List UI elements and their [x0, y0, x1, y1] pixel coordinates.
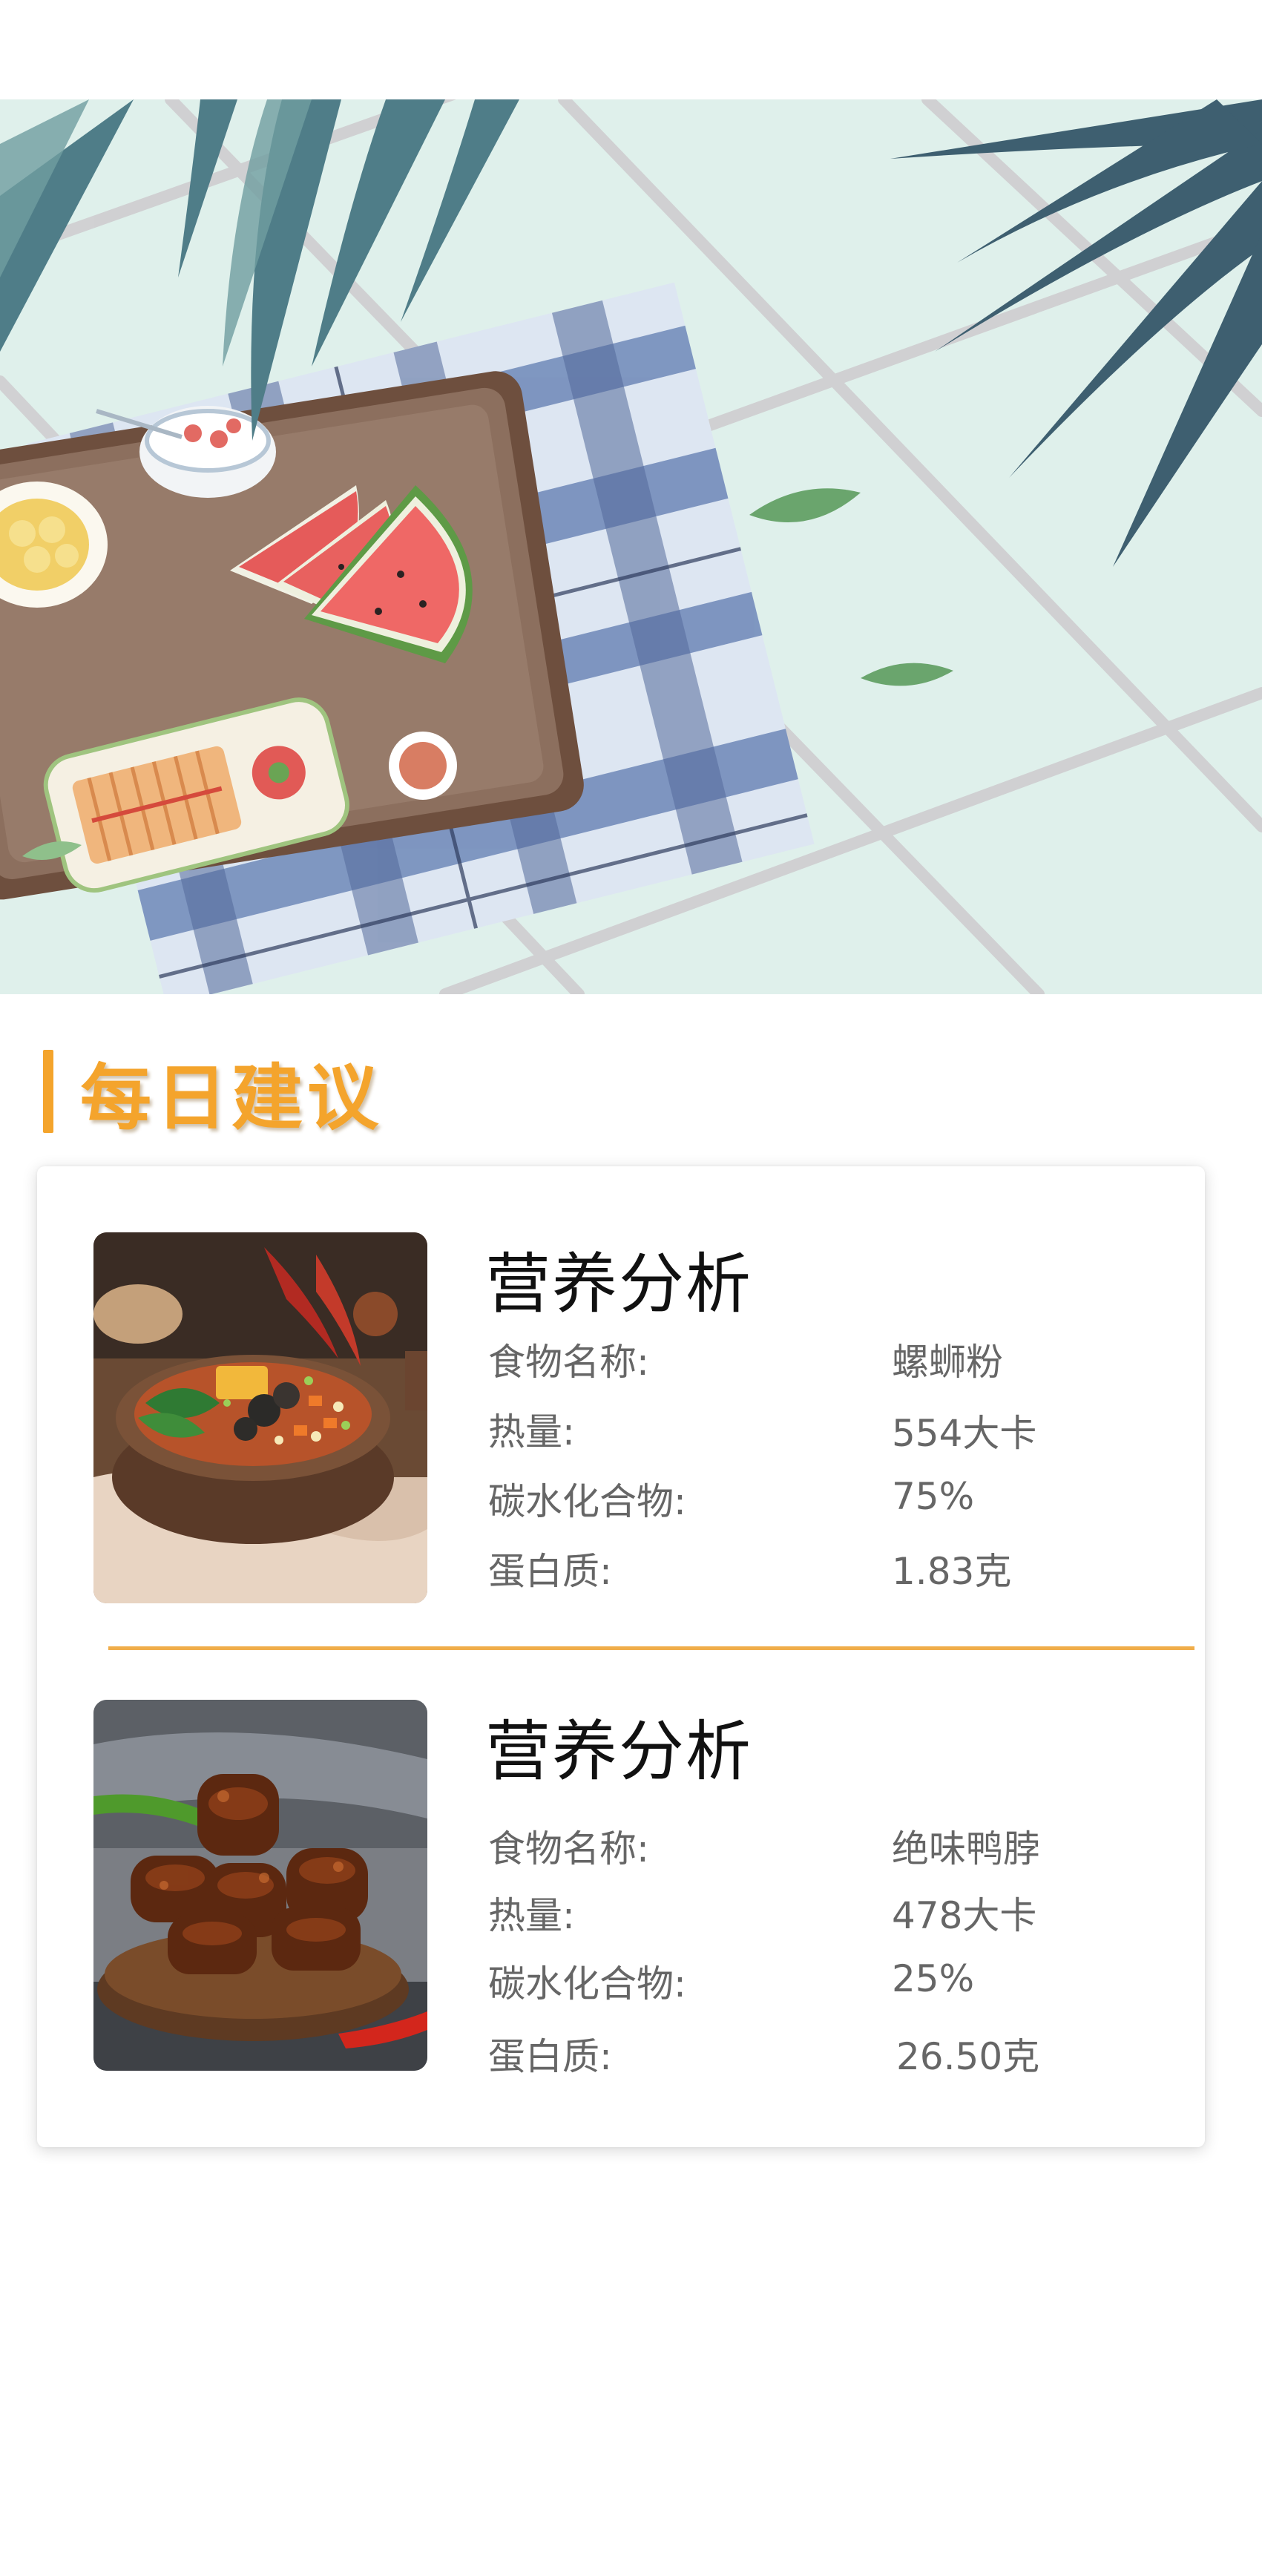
section-title: 每日建议 — [80, 1056, 383, 1140]
carbohydrate-label: 碳水化合物: — [488, 1962, 686, 2005]
carbohydrate-label: 碳水化合物: — [488, 1480, 686, 1523]
section-header: 每日建议 — [43, 1048, 383, 1140]
calories-value: 554大卡 — [892, 1412, 1037, 1455]
section-accent-bar — [43, 1050, 53, 1133]
food-name-value: 螺蛳粉 — [892, 1341, 1003, 1384]
item-heading: 营养分析 — [485, 1246, 753, 1322]
item-heading: 营养分析 — [485, 1713, 753, 1790]
carbohydrate-value: 25% — [892, 1957, 975, 2000]
nutrition-card: 营养分析 食物名称: 螺蛳粉 热量: 554大卡 碳水化合物: 75% 蛋白质:… — [37, 1166, 1205, 2147]
luosifen-bowl-photo — [93, 1232, 427, 1603]
braised-duck-neck-photo — [93, 1700, 427, 2071]
calories-label: 热量: — [488, 1894, 575, 1937]
item-divider — [108, 1646, 1194, 1650]
protein-value: 26.50克 — [896, 2035, 1040, 2078]
protein-value: 1.83克 — [892, 1550, 1012, 1593]
food-name-label: 食物名称: — [488, 1827, 649, 1870]
protein-label: 蛋白质: — [488, 1550, 612, 1593]
hero-illustration — [0, 99, 1262, 994]
protein-label: 蛋白质: — [488, 2035, 612, 2078]
food-name-value: 绝味鸭脖 — [892, 1827, 1040, 1870]
carbohydrate-value: 75% — [892, 1475, 975, 1518]
food-name-label: 食物名称: — [488, 1341, 649, 1384]
calories-label: 热量: — [488, 1410, 575, 1453]
calories-value: 478大卡 — [892, 1894, 1037, 1937]
